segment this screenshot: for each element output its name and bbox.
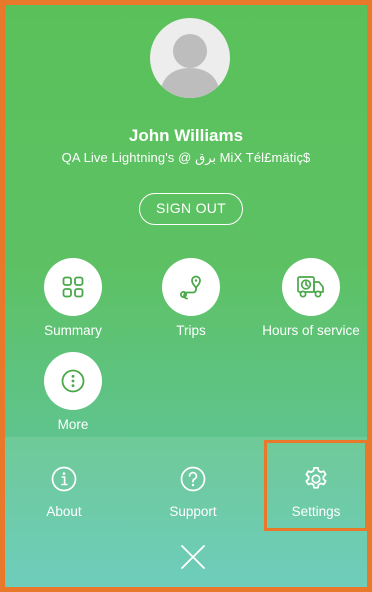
- more-icon: [61, 369, 85, 393]
- user-name: John Williams: [128, 126, 244, 145]
- close-button[interactable]: [178, 542, 208, 572]
- support-label: Support: [169, 504, 217, 519]
- sign-out-button[interactable]: SIGN OUT: [139, 193, 243, 225]
- info-icon: [51, 466, 77, 492]
- menu-item-hours-of-service[interactable]: Hours of service: [254, 258, 367, 338]
- close-icon: [181, 545, 205, 569]
- hours-of-service-circle: [282, 258, 340, 316]
- organization-name: QA Live Lightning's @ برق MiX Tél£mätiç$: [61, 150, 311, 165]
- help-icon: [180, 466, 206, 492]
- support-button[interactable]: Support: [143, 464, 243, 519]
- grid-icon: [62, 276, 84, 298]
- settings-highlight-box: [264, 440, 368, 531]
- truck-clock-icon: [297, 276, 324, 298]
- about-button[interactable]: About: [14, 464, 114, 519]
- about-label: About: [46, 504, 82, 519]
- more-label: More: [57, 417, 89, 432]
- summary-label: Summary: [44, 323, 102, 338]
- hours-of-service-label: Hours of service: [262, 323, 360, 338]
- menu-item-trips[interactable]: Trips: [136, 258, 246, 338]
- menu-item-more[interactable]: More: [18, 352, 128, 432]
- menu-item-summary[interactable]: Summary: [18, 258, 128, 338]
- trips-circle: [162, 258, 220, 316]
- summary-circle: [44, 258, 102, 316]
- more-circle: [44, 352, 102, 410]
- user-silhouette-icon: [160, 34, 220, 98]
- trips-label: Trips: [176, 323, 206, 338]
- route-icon: [180, 275, 201, 300]
- avatar[interactable]: [150, 18, 230, 98]
